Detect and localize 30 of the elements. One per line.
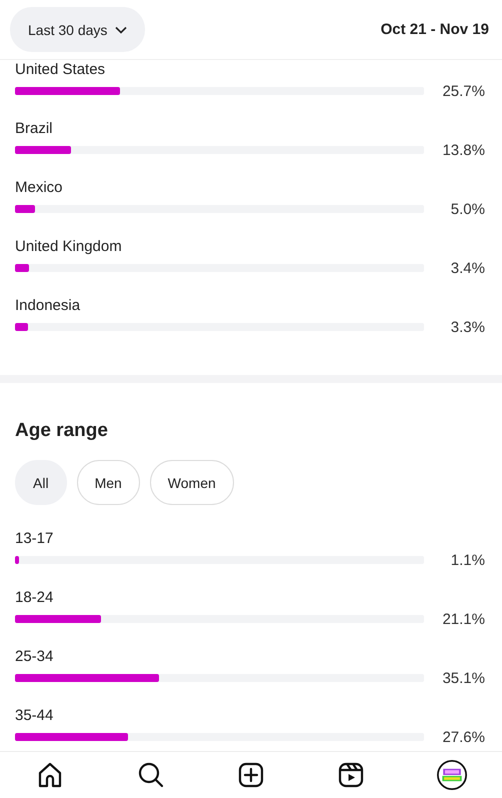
row-label: United Kingdom [15,237,123,257]
row-label: 13-17 [15,529,54,549]
row-label: Brazil [15,119,54,139]
filter-chip[interactable]: Men [76,460,140,505]
plus-icon [238,762,264,788]
video-icon [338,762,364,788]
percentage-text: 1.1% [450,552,485,568]
percentage-text: 3.4% [450,260,485,276]
percentage-text: 13.8% [441,142,485,158]
search-icon [138,762,164,788]
row-label: 18-24 [15,588,54,608]
percentage-text: 35.1% [441,670,485,686]
row-label: Mexico [15,178,64,198]
filter-chip[interactable]: Women [150,460,234,505]
percentage-text: 5.0% [450,200,485,218]
chevron-down-icon [115,26,128,34]
row-label: 25-34 [15,647,54,667]
section-title: Age range [14,419,109,443]
date-range-dropdown[interactable]: Last 30 days [10,7,146,52]
percentage-text: 21.1% [441,610,485,628]
percentage-text: 3.3% [450,318,485,336]
filter-chip[interactable]: All [15,460,67,505]
row-label: United States [15,60,106,80]
row-label: Indonesia [15,296,82,316]
home-icon [37,762,64,788]
date-range-text: Oct 21 - Nov 19 [380,21,489,38]
percentage-text: 25.7% [441,82,485,100]
nav-button[interactable] [436,760,467,790]
percentage-text: 27.6% [441,728,485,746]
row-label: 35-44 [15,706,54,726]
